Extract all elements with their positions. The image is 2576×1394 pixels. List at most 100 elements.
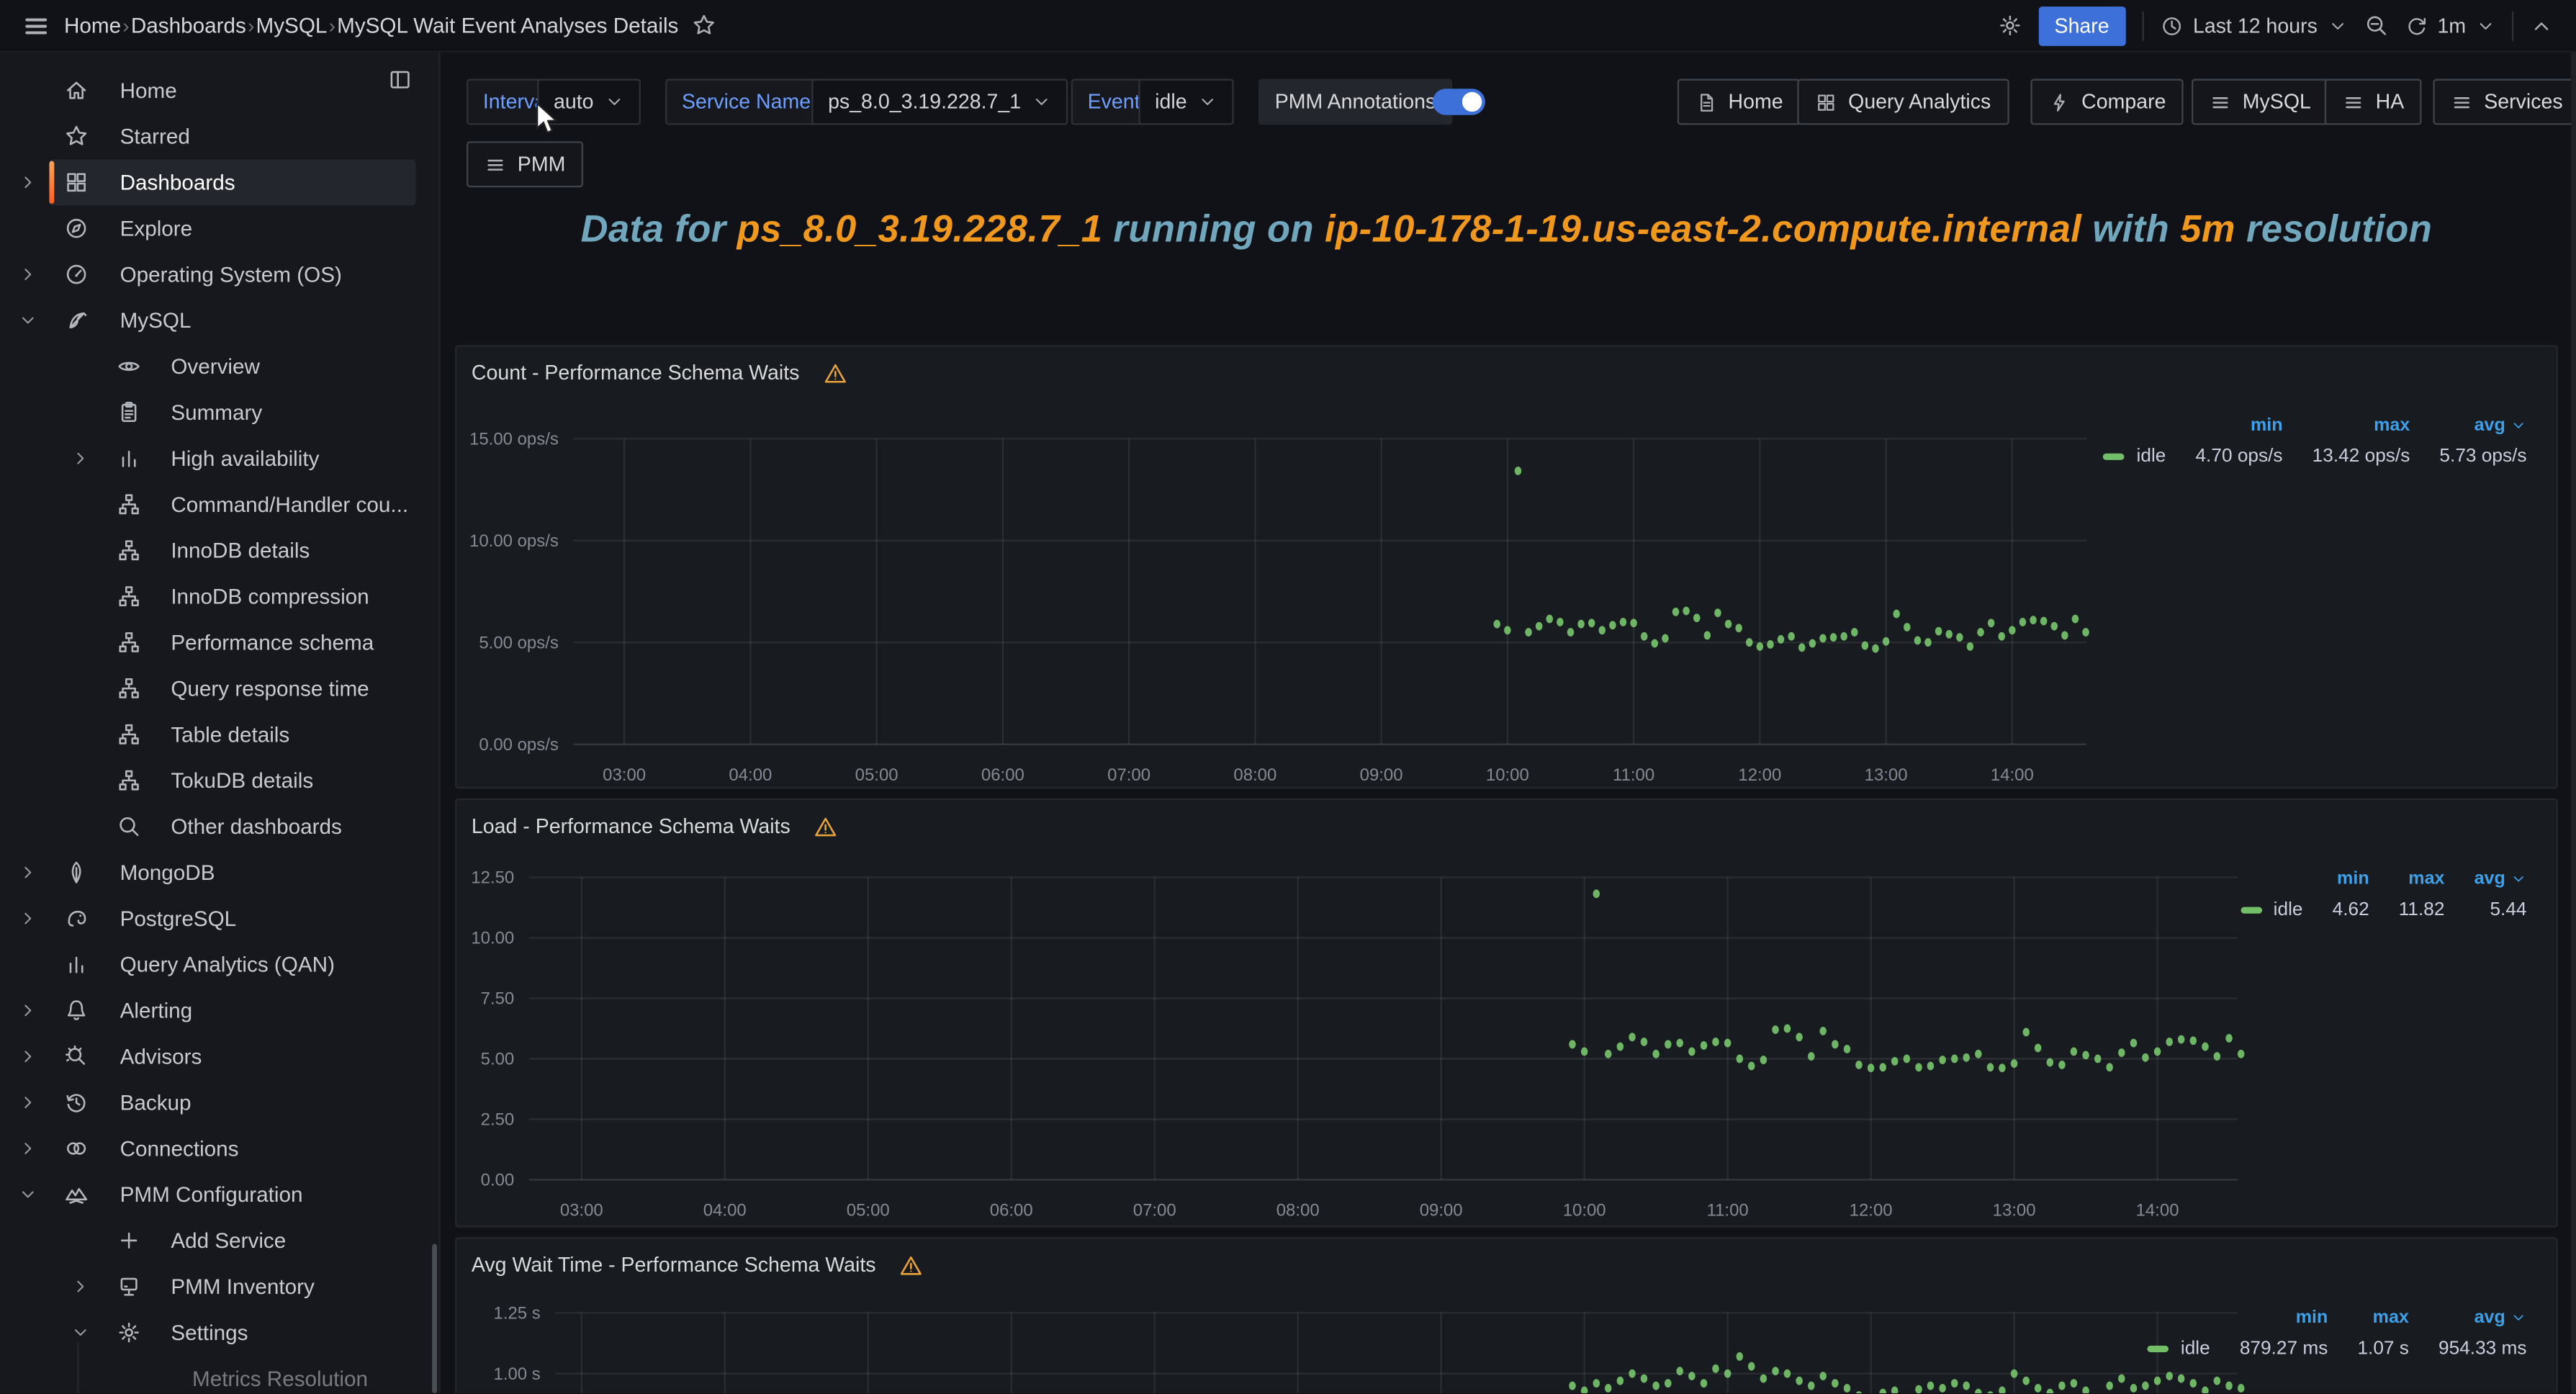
- panel-warning-icon[interactable]: [822, 361, 847, 385]
- dashboard-settings-gear-icon[interactable]: [1997, 13, 2022, 37]
- panel-warning-icon[interactable]: [814, 814, 838, 839]
- pmm-annotations-toggle[interactable]: [1433, 89, 1485, 115]
- legend-series-label[interactable]: idle: [2148, 1339, 2210, 1359]
- sidebar-item-alerting[interactable]: Alerting: [0, 987, 438, 1033]
- sidebar-item-pmm-configuration[interactable]: PMM Configuration: [0, 1172, 438, 1218]
- breadcrumb-item-mysql[interactable]: MySQL: [256, 12, 328, 37]
- sidebar-item-mongodb[interactable]: MongoDB: [0, 850, 438, 896]
- legend-header-max[interactable]: max: [2312, 415, 2410, 435]
- legend-header-max[interactable]: max: [2357, 1308, 2408, 1327]
- expand-chevron[interactable]: [18, 1047, 37, 1066]
- breadcrumb-item-dashboards[interactable]: Dashboards: [131, 12, 246, 37]
- legend-min-value: 4.70 ops/s: [2195, 447, 2282, 467]
- sidebar-item-command-handler-cou[interactable]: Command/Handler cou...: [0, 482, 438, 528]
- expand-chevron[interactable]: [18, 863, 37, 882]
- page-scrollbar[interactable]: [2571, 53, 2576, 1393]
- services-nav-button[interactable]: Services: [2433, 79, 2576, 125]
- hamburger-menu-icon[interactable]: [22, 11, 51, 40]
- panel-legend: minmaxavgidle4.6211.825.44: [2241, 869, 2527, 920]
- breadcrumb-item-home[interactable]: Home: [64, 12, 121, 37]
- home-nav-button[interactable]: Home: [1677, 79, 1801, 125]
- sidebar-item-summary[interactable]: Summary: [0, 390, 438, 436]
- legend-header-max[interactable]: max: [2399, 869, 2445, 889]
- svg-text:04:00: 04:00: [703, 1201, 747, 1220]
- expand-chevron[interactable]: [18, 1184, 37, 1204]
- panel-avg-wait-time-performance-schema-waits[interactable]: 1.25 s1.00 sAvg Wait Time - Performance …: [455, 1237, 2558, 1393]
- legend-header-avg[interactable]: avg: [2439, 415, 2526, 435]
- query-analytics-nav-button[interactable]: Query Analytics: [1797, 79, 2009, 125]
- expand-chevron[interactable]: [18, 1092, 37, 1112]
- expand-chevron[interactable]: [18, 173, 37, 192]
- expand-chevron[interactable]: [71, 449, 90, 468]
- expand-chevron[interactable]: [71, 1323, 90, 1342]
- sidebar-item-other-dashboards[interactable]: Other dashboards: [0, 804, 438, 850]
- share-button[interactable]: Share: [2038, 6, 2126, 45]
- panel-warning-icon[interactable]: [899, 1253, 924, 1277]
- sidebar-item-settings[interactable]: Settings: [0, 1310, 438, 1356]
- breadcrumb-item-mysql-wait-event-analyses-details[interactable]: MySQL Wait Event Analyses Details: [337, 12, 678, 37]
- sidebar-item-tokudb-details[interactable]: TokuDB details: [0, 757, 438, 804]
- sidebar-item-pmm-inventory[interactable]: PMM Inventory: [0, 1264, 438, 1310]
- expand-chevron[interactable]: [18, 909, 37, 928]
- panel-header[interactable]: Load - Performance Schema Waits: [456, 800, 838, 853]
- time-range-picker[interactable]: Last 12 hours: [2160, 14, 2347, 37]
- expand-chevron[interactable]: [18, 1001, 37, 1020]
- expand-chevron[interactable]: [18, 264, 37, 284]
- expand-chevron[interactable]: [71, 1277, 90, 1296]
- ha-nav-button[interactable]: HA: [2325, 79, 2422, 125]
- legend-series-label[interactable]: idle: [2104, 447, 2166, 467]
- legend-header-min[interactable]: min: [2333, 869, 2369, 889]
- sidebar-item-query-response-time[interactable]: Query response time: [0, 665, 438, 711]
- sidebar-item-connections[interactable]: Connections: [0, 1125, 438, 1172]
- panel-count-performance-schema-waits[interactable]: 15.00 ops/s10.00 ops/s5.00 ops/s0.00 ops…: [455, 345, 2558, 788]
- scatter-chart[interactable]: 12.5010.007.505.002.500.0003:0004:0005:0…: [456, 800, 2556, 1226]
- sidebar-item-dashboards[interactable]: Dashboards: [0, 159, 438, 205]
- sidebar-item-performance-schema[interactable]: Performance schema: [0, 619, 438, 665]
- panel-load-performance-schema-waits[interactable]: 12.5010.007.505.002.500.0003:0004:0005:0…: [455, 799, 2558, 1228]
- sidebar-item-table-details[interactable]: Table details: [0, 711, 438, 757]
- panel-header[interactable]: Count - Performance Schema Waits: [456, 346, 847, 399]
- sidebar-item-innodb-details[interactable]: InnoDB details: [0, 527, 438, 573]
- sidebar-scrollbar-thumb[interactable]: [432, 1244, 437, 1393]
- sidebar-item-advisors[interactable]: Advisors: [0, 1033, 438, 1079]
- legend-header-avg[interactable]: avg: [2474, 869, 2527, 889]
- sidebar-item-explore[interactable]: Explore: [0, 205, 438, 251]
- sidebar-item-home[interactable]: Home: [0, 68, 438, 114]
- collapse-topbar-chevron-up-icon[interactable]: [2530, 14, 2553, 37]
- sidebar-item-mysql[interactable]: MySQL: [0, 297, 438, 343]
- service-name-variable-select[interactable]: ps_8.0_3.19.228.7_1: [811, 79, 1068, 125]
- panel-title: Load - Performance Schema Waits: [472, 815, 791, 838]
- expand-chevron[interactable]: [18, 310, 37, 330]
- refresh-icon[interactable]: [2405, 14, 2428, 37]
- sidebar-item-operating-system-os[interactable]: Operating System (OS): [0, 251, 438, 297]
- expand-chevron[interactable]: [18, 1138, 37, 1158]
- star-favorite-icon[interactable]: [692, 13, 716, 37]
- sidebar-item-backup[interactable]: Backup: [0, 1079, 438, 1125]
- sidebar-item-metrics-resolution[interactable]: Metrics Resolution: [0, 1356, 438, 1393]
- pmm-menu-button[interactable]: PMM: [467, 141, 583, 187]
- sidebar-item-high-availability[interactable]: High availability: [0, 436, 438, 482]
- chevron-down-icon: [2476, 16, 2495, 35]
- sidebar-item-innodb-compression[interactable]: InnoDB compression: [0, 573, 438, 619]
- sidebar-item-starred[interactable]: Starred: [0, 113, 438, 159]
- breadcrumb: Home›Dashboards›MySQL›MySQL Wait Event A…: [0, 11, 716, 40]
- compare-nav-button[interactable]: Compare: [2030, 79, 2184, 125]
- panel-header[interactable]: Avg Wait Time - Performance Schema Waits: [456, 1239, 923, 1292]
- svg-text:04:00: 04:00: [729, 765, 772, 785]
- legend-header-avg[interactable]: avg: [2438, 1308, 2527, 1327]
- sidebar-item-postgresql[interactable]: PostgreSQL: [0, 896, 438, 942]
- legend-header-min[interactable]: min: [2240, 1308, 2328, 1327]
- mysql-nav-button[interactable]: MySQL: [2192, 79, 2329, 125]
- sidebar-item-overview[interactable]: Overview: [0, 343, 438, 390]
- legend-header-min[interactable]: min: [2195, 415, 2282, 435]
- breadcrumb-separator: ›: [327, 14, 337, 37]
- event-variable-select[interactable]: idle: [1138, 79, 1234, 125]
- sidebar-item-query-analytics-qan[interactable]: Query Analytics (QAN): [0, 942, 438, 988]
- zoom-out-icon[interactable]: [2364, 13, 2388, 37]
- refresh-picker[interactable]: 1m: [2405, 14, 2495, 37]
- scatter-chart[interactable]: 15.00 ops/s10.00 ops/s5.00 ops/s0.00 ops…: [456, 346, 2556, 787]
- sidebar-item-label: InnoDB details: [171, 538, 310, 562]
- pmm-button-label: PMM: [518, 153, 566, 176]
- sidebar-item-add-service[interactable]: Add Service: [0, 1218, 438, 1264]
- legend-series-label[interactable]: idle: [2241, 900, 2302, 919]
